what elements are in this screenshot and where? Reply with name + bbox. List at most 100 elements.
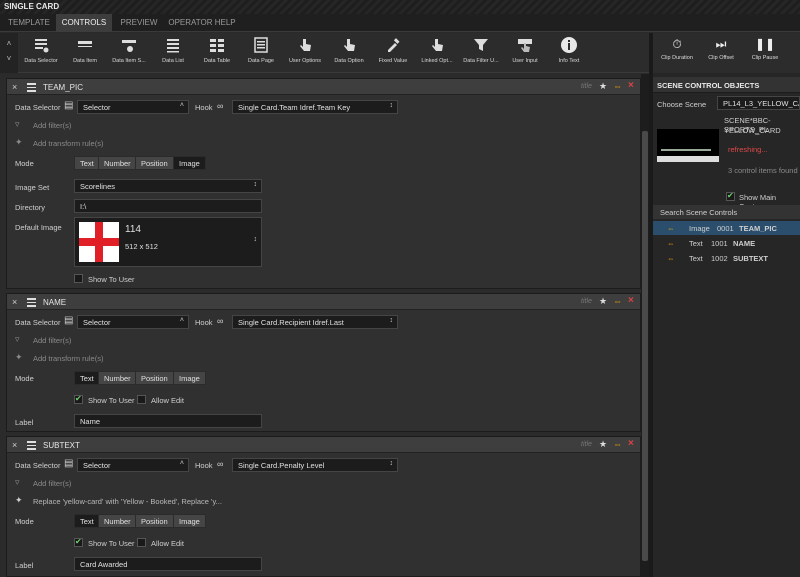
allow-edit-checkbox[interactable] — [137, 538, 146, 547]
add-transform-link[interactable]: Add transform rule(s) — [33, 139, 103, 148]
data-list-tool[interactable]: Data List — [152, 35, 194, 71]
section-header[interactable]: × TEAM_PIC title ★ ⇔ × — [7, 79, 640, 95]
section-title: TEAM_PIC — [43, 83, 84, 92]
clip-pause-tool[interactable]: ❚❚ Clip Pause — [745, 37, 785, 61]
collapse-icon[interactable]: × — [12, 297, 17, 307]
label-input[interactable]: Card Awarded — [74, 557, 262, 571]
mode-text-button[interactable]: Text — [74, 514, 100, 528]
show-to-user-checkbox[interactable] — [74, 394, 83, 404]
section-drag-icon[interactable] — [27, 83, 36, 94]
chevron-down-icon[interactable]: ˅ — [0, 54, 18, 63]
main-scrollbar-thumb[interactable] — [642, 131, 648, 561]
hook-dropdown[interactable]: Single Card.Team Idref.Team Key ↕ — [232, 100, 398, 114]
controls-panel: × TEAM_PIC title ★ ⇔ × Data Selector ▤ S… — [0, 74, 641, 577]
mode-image-button[interactable]: Image — [173, 156, 206, 170]
show-main-checkbox[interactable] — [726, 191, 735, 201]
clip-offset-tool[interactable]: ⏭ Clip Offset — [701, 37, 741, 61]
data-item-selector-icon — [108, 35, 150, 55]
scene-item-team-pic[interactable]: ⇔ Image 0001 TEAM_PIC — [653, 221, 800, 235]
info-text-tool[interactable]: Info Text — [548, 35, 590, 71]
mode-position-button[interactable]: Position — [135, 156, 174, 170]
scene-dropdown[interactable]: PL14_L3_YELLOW_CARD — [717, 96, 800, 110]
search-scene-controls[interactable]: Search Scene Controls — [653, 205, 800, 219]
section-header[interactable]: × NAME title ★ ⇔ × — [7, 294, 640, 310]
fixed-value-tool[interactable]: Fixed Value — [372, 35, 414, 71]
selector-dropdown[interactable]: Selector ˄ — [77, 458, 189, 472]
transform-rules-link[interactable]: Replace 'yellow-card' with 'Yellow - Boo… — [33, 497, 222, 506]
data-table-tool[interactable]: Data Table — [196, 35, 238, 71]
add-filters-link[interactable]: Add filter(s) — [33, 479, 71, 488]
wand-icon: ✦ — [15, 137, 23, 147]
collapse-icon[interactable]: × — [12, 82, 17, 92]
mode-position-button[interactable]: Position — [135, 514, 174, 528]
hook-label: Hook — [195, 318, 213, 327]
hook-dropdown[interactable]: Single Card.Recipient Idref.Last ↕ — [232, 315, 398, 329]
data-selector-label: Data Selector — [15, 318, 61, 327]
wand-icon: ✦ — [15, 352, 23, 362]
data-option-tool[interactable]: Data Option — [328, 35, 370, 71]
allow-edit-checkbox[interactable] — [137, 395, 146, 404]
selector-dropdown[interactable]: Selector ˄ — [77, 100, 189, 114]
items-found-count: 3 control items found — [728, 166, 798, 175]
mode-label: Mode — [15, 517, 34, 526]
mode-position-button[interactable]: Position — [135, 371, 174, 385]
wand-icon: ✦ — [15, 495, 23, 505]
data-item-selector-tool[interactable]: Data Item S... — [108, 35, 150, 71]
data-selector-tool[interactable]: Data Selector — [20, 35, 62, 71]
section-subtext: × SUBTEXT title ★ ⇔ × Data Selector ▤ Se… — [6, 436, 641, 577]
close-icon[interactable]: × — [628, 80, 634, 91]
pause-icon: ❚❚ — [754, 37, 776, 51]
scene-item-name[interactable]: ⇔ Text 1001 NAME — [653, 236, 800, 250]
user-input-tool[interactable]: User Input — [504, 35, 546, 71]
image-set-dropdown[interactable]: Scorelines ↕ — [74, 179, 262, 193]
show-to-user-checkbox[interactable] — [74, 537, 83, 547]
mode-image-button[interactable]: Image — [173, 371, 206, 385]
default-image-picker[interactable]: 114 512 x 512 ↕ — [74, 217, 262, 267]
add-filters-link[interactable]: Add filter(s) — [33, 336, 71, 345]
data-filter-tool[interactable]: Data Filter U... — [460, 35, 502, 71]
directory-input[interactable]: I:\ — [74, 199, 262, 213]
data-item-tool[interactable]: Data Item — [64, 35, 106, 71]
hook-dropdown[interactable]: Single Card.Penalty Level ↕ — [232, 458, 398, 472]
section-header[interactable]: × SUBTEXT title ★ ⇔ × — [7, 437, 640, 453]
chevron-up-icon[interactable]: ˄ — [0, 39, 18, 48]
section-drag-icon[interactable] — [27, 441, 36, 452]
mode-text-button[interactable]: Text — [74, 156, 100, 170]
tab-preview[interactable]: PREVIEW — [114, 14, 164, 32]
mode-number-button[interactable]: Number — [98, 514, 137, 528]
move-icon[interactable]: ⇔ — [613, 296, 622, 306]
hook-label: Hook — [195, 103, 213, 112]
mode-image-button[interactable]: Image — [173, 514, 206, 528]
close-icon[interactable]: × — [628, 295, 634, 306]
move-icon[interactable]: ⇔ — [613, 439, 622, 449]
move-icon[interactable]: ⇔ — [613, 81, 622, 91]
close-icon[interactable]: × — [628, 438, 634, 449]
user-options-icon — [284, 35, 326, 55]
linked-options-tool[interactable]: Linked Opt... — [416, 35, 458, 71]
mode-number-button[interactable]: Number — [98, 371, 137, 385]
add-filters-link[interactable]: Add filter(s) — [33, 121, 71, 130]
section-drag-icon[interactable] — [27, 298, 36, 309]
toolbar-scroll[interactable]: ˄ ˅ — [0, 33, 18, 73]
tab-template[interactable]: TEMPLATE — [4, 14, 54, 32]
tab-controls[interactable]: CONTROLS — [56, 14, 112, 32]
star-icon[interactable]: ★ — [599, 81, 607, 92]
star-icon[interactable]: ★ — [599, 439, 607, 450]
label-input[interactable]: Name — [74, 414, 262, 428]
mode-text-button[interactable]: Text — [74, 371, 100, 385]
section-tag: title — [581, 441, 592, 448]
clip-duration-tool[interactable]: ⏱ Clip Duration — [657, 37, 697, 61]
mode-number-button[interactable]: Number — [98, 156, 137, 170]
section-title: SUBTEXT — [43, 441, 80, 450]
show-to-user-checkbox[interactable] — [74, 274, 83, 283]
selector-dropdown[interactable]: Selector ˄ — [77, 315, 189, 329]
user-options-tool[interactable]: User Options — [284, 35, 326, 71]
selector-icon: ▤ — [64, 458, 74, 469]
collapse-icon[interactable]: × — [12, 440, 17, 450]
scene-item-subtext[interactable]: ⇔ Text 1002 SUBTEXT — [653, 251, 800, 265]
tab-operator-help[interactable]: OPERATOR HELP — [166, 14, 238, 32]
star-icon[interactable]: ★ — [599, 296, 607, 307]
data-page-tool[interactable]: Data Page — [240, 35, 282, 71]
add-transform-link[interactable]: Add transform rule(s) — [33, 354, 103, 363]
label-label: Label — [15, 561, 34, 570]
